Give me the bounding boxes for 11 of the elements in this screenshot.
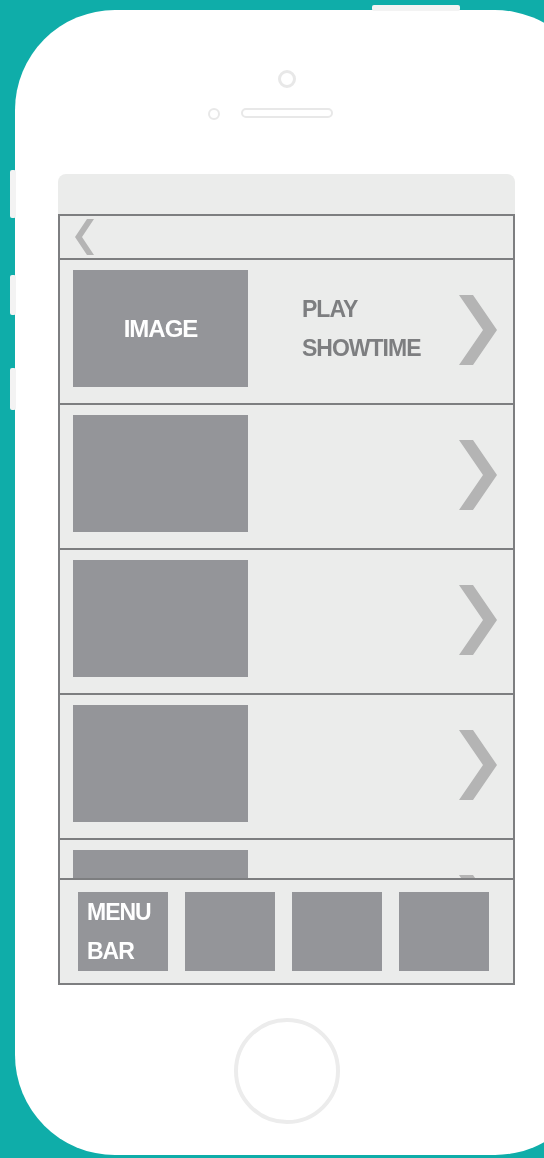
menu-tab[interactable]: MENU BAR (78, 892, 168, 971)
menu-tab[interactable] (185, 892, 275, 971)
chevron-right-icon (459, 585, 497, 655)
back-icon[interactable] (75, 219, 94, 255)
chevron-right-icon (459, 730, 497, 800)
chevron-right-icon (459, 295, 497, 365)
menu-tab[interactable] (292, 892, 382, 971)
image-label: IMAGE (123, 314, 198, 343)
menu-tab[interactable] (399, 892, 489, 971)
row-title: PLAY SHOWTIME (302, 294, 422, 363)
chevron-right-icon (459, 440, 497, 510)
